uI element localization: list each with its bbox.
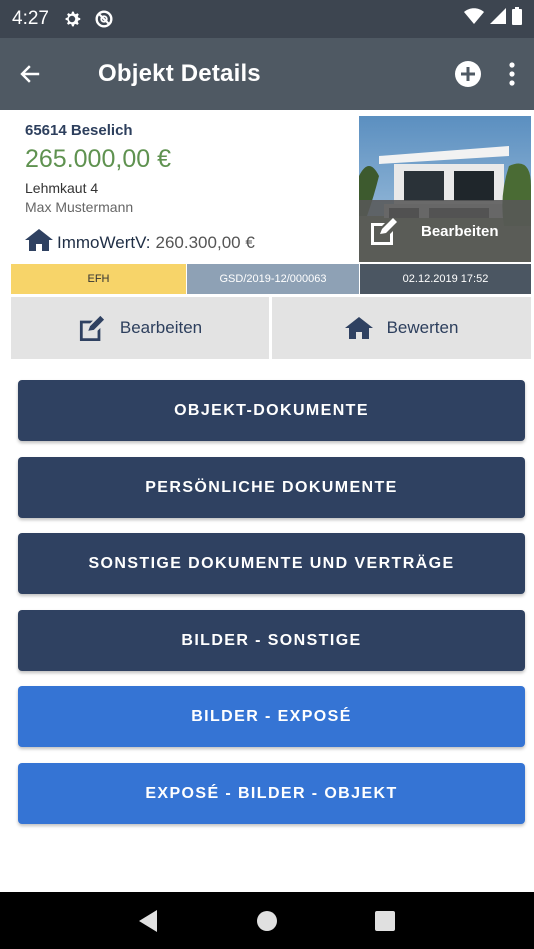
status-bar: 4:27: [0, 0, 534, 38]
signal-icon: [490, 8, 506, 30]
objekt-dokumente-button[interactable]: OBJEKT-DOKUMENTE: [18, 380, 525, 441]
wifi-icon: [464, 8, 484, 30]
battery-icon: [512, 7, 522, 31]
gear-icon: [61, 8, 83, 30]
page-title: Objekt Details: [98, 60, 261, 87]
action-row: Bearbeiten Bewerten: [11, 297, 531, 359]
tag-row: EFH GSD/2019-12/000063 02.12.2019 17:52: [11, 264, 531, 294]
edit-icon: [371, 218, 397, 245]
property-photo[interactable]: Bearbeiten: [359, 116, 531, 262]
photo-edit-button[interactable]: Bearbeiten: [359, 200, 531, 262]
reference-tag: GSD/2019-12/000063: [187, 264, 359, 294]
immowertv-row: ImmoWertV: 260.300,00 €: [25, 229, 345, 256]
edit-button[interactable]: Bearbeiten: [11, 297, 269, 359]
property-location: 65614 Beselich: [25, 122, 133, 139]
expose-bilder-objekt-button[interactable]: EXPOSÉ - BILDER - OBJEKT: [18, 763, 525, 824]
status-time: 4:27: [12, 8, 49, 29]
property-owner: Max Mustermann: [25, 199, 134, 215]
property-price: 265.000,00 €: [25, 145, 171, 173]
property-info: 65614 Beselich 265.000,00 € Lehmkaut 4 M…: [11, 116, 359, 262]
app-bar: Objekt Details: [0, 38, 534, 110]
system-nav-bar: [0, 892, 534, 949]
type-tag: EFH: [11, 264, 186, 294]
sync-icon: [93, 8, 115, 30]
edit-button-label: Bearbeiten: [119, 318, 203, 337]
arrow-left-icon[interactable]: [18, 52, 62, 96]
rate-button-label: Bewerten: [386, 318, 459, 337]
immowertv-value: 260.300,00 €: [155, 232, 255, 252]
persoenliche-dokumente-button[interactable]: PERSÖNLICHE DOKUMENTE: [18, 457, 525, 518]
date-tag: 02.12.2019 17:52: [360, 264, 531, 294]
home-icon: [25, 229, 53, 256]
home-circle-icon[interactable]: [247, 901, 287, 941]
rate-button[interactable]: Bewerten: [272, 297, 531, 359]
plus-circle-icon[interactable]: [454, 60, 482, 88]
immowertv-label: ImmoWertV:: [57, 232, 151, 252]
edit-icon: [79, 315, 104, 341]
recents-square-icon[interactable]: [365, 901, 405, 941]
bilder-expose-button[interactable]: BILDER - EXPOSÉ: [18, 686, 525, 747]
sonstige-dokumente-button[interactable]: SONSTIGE DOKUMENTE UND VERTRÄGE: [18, 533, 525, 594]
property-street: Lehmkaut 4: [25, 180, 99, 196]
more-vertical-icon[interactable]: [508, 61, 516, 87]
bilder-sonstige-button[interactable]: BILDER - SONSTIGE: [18, 610, 525, 671]
back-triangle-icon[interactable]: [129, 901, 169, 941]
home-icon: [344, 317, 373, 339]
photo-edit-label: Bearbeiten: [421, 222, 499, 240]
